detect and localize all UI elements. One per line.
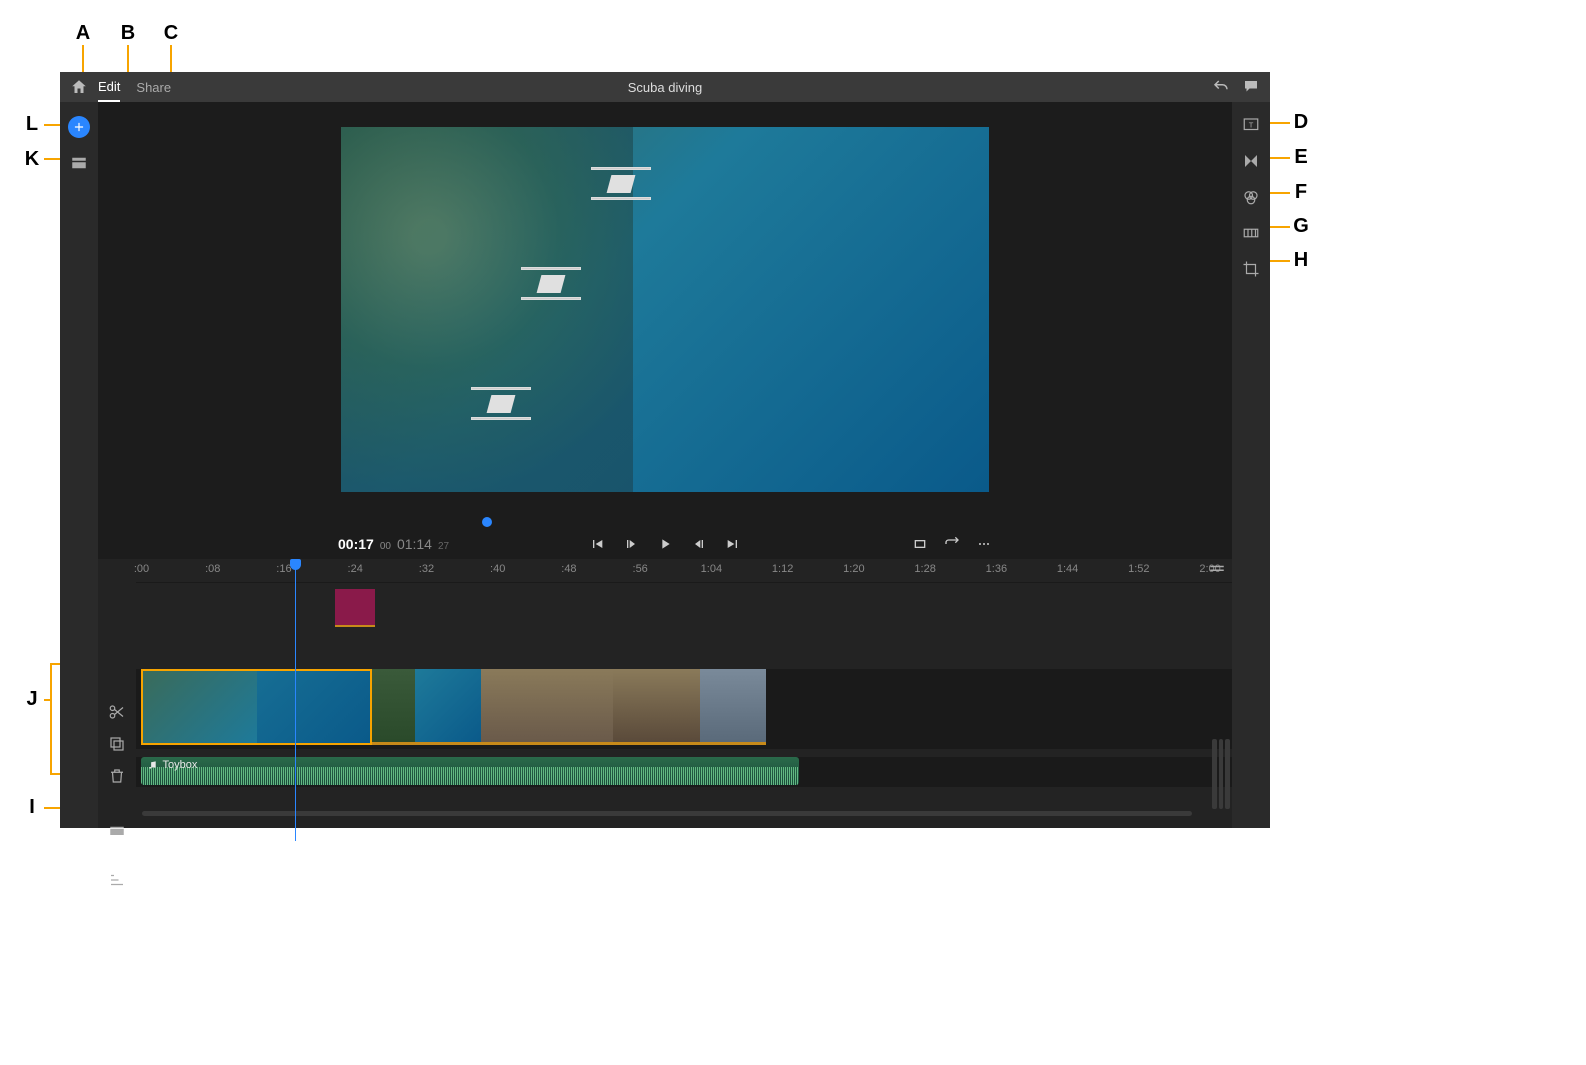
feedback-icon[interactable] <box>1242 78 1260 96</box>
add-media-button[interactable] <box>68 116 90 138</box>
zoom-scrollbar[interactable] <box>1212 739 1230 809</box>
preview-frame[interactable] <box>341 127 989 492</box>
speed-icon[interactable] <box>1242 224 1260 242</box>
callout-C: C <box>162 22 180 45</box>
track-options-icon[interactable] <box>1208 559 1226 577</box>
callout-H: H <box>1292 249 1310 272</box>
project-title: Scuba diving <box>60 80 1270 95</box>
right-rail: T <box>1232 102 1270 828</box>
ruler-tick: :48 <box>561 563 576 575</box>
duration-frames: 27 <box>438 541 449 552</box>
ruler-tick: :32 <box>419 563 434 575</box>
timeline-playhead[interactable] <box>295 559 296 841</box>
fullscreen-icon[interactable] <box>912 536 928 552</box>
center-column: 00:17 00 01:14 27 <box>98 102 1232 828</box>
ruler-tick: 1:36 <box>986 563 1007 575</box>
video-clip-5[interactable] <box>613 669 701 745</box>
ruler-tick: 1:44 <box>1057 563 1078 575</box>
transitions-icon[interactable] <box>1242 152 1260 170</box>
crop-icon[interactable] <box>1242 260 1260 278</box>
playback-controls <box>589 536 741 552</box>
transport-bar: 00:17 00 01:14 27 <box>98 529 1232 559</box>
video-clip-6[interactable] <box>700 669 766 745</box>
expand-tracks-icon[interactable] <box>108 871 126 889</box>
duplicate-icon[interactable] <box>108 735 126 753</box>
callout-D: D <box>1292 111 1310 134</box>
video-clip-3[interactable] <box>415 669 481 745</box>
left-rail <box>60 102 98 828</box>
ruler-tick: 1:04 <box>701 563 722 575</box>
scrub-bar[interactable] <box>98 515 1232 529</box>
app-window: Edit Share Scuba diving <box>60 72 1270 828</box>
audio-track[interactable]: Toybox <box>136 757 1232 787</box>
tracks: Toybox <box>136 583 1232 703</box>
topbar: Edit Share Scuba diving <box>60 72 1270 102</box>
ruler-tick: :08 <box>205 563 220 575</box>
duration-time: 01:14 <box>397 536 432 552</box>
callout-A: A <box>74 22 92 45</box>
go-to-start-icon[interactable] <box>589 536 605 552</box>
color-icon[interactable] <box>1242 188 1260 206</box>
ruler-tick: 1:28 <box>914 563 935 575</box>
callout-B: B <box>119 22 137 45</box>
current-time: 00:17 <box>338 536 374 552</box>
delete-icon[interactable] <box>108 767 126 785</box>
home-icon[interactable] <box>70 78 88 96</box>
svg-text:T: T <box>1249 120 1254 129</box>
callout-F: F <box>1292 181 1310 204</box>
current-frames: 00 <box>380 541 391 552</box>
tab-edit[interactable]: Edit <box>98 72 120 102</box>
tab-share[interactable]: Share <box>136 72 171 102</box>
audio-clip[interactable]: Toybox <box>141 757 799 785</box>
main-area: 00:17 00 01:14 27 <box>60 102 1270 828</box>
callout-L: L <box>23 113 41 136</box>
project-assets-icon[interactable] <box>70 154 88 172</box>
ruler-tick: :56 <box>633 563 648 575</box>
callout-E: E <box>1292 146 1310 169</box>
preview-area <box>98 102 1232 515</box>
audio-clip-label: Toybox <box>147 759 197 771</box>
callout-K: K <box>23 148 41 171</box>
video-clip-4[interactable] <box>481 669 613 745</box>
audio-clip-name: Toybox <box>162 759 197 771</box>
video-clip-1[interactable] <box>141 669 371 745</box>
horizontal-scrollbar[interactable] <box>142 811 1192 816</box>
step-forward-icon[interactable] <box>691 536 707 552</box>
scrub-playhead[interactable] <box>482 517 492 527</box>
callout-I: I <box>23 796 41 819</box>
callout-G: G <box>1292 215 1310 238</box>
go-to-end-icon[interactable] <box>725 536 741 552</box>
timecode: 00:17 00 01:14 27 <box>338 536 449 552</box>
ruler-tick: :00 <box>134 563 149 575</box>
video-track[interactable] <box>136 669 1232 749</box>
ruler-tick: 1:20 <box>843 563 864 575</box>
split-icon[interactable] <box>108 703 126 721</box>
workspace-tabs: Edit Share <box>98 72 171 102</box>
callout-J: J <box>23 688 41 711</box>
ruler-tick: 1:52 <box>1128 563 1149 575</box>
ruler-tick: :40 <box>490 563 505 575</box>
more-icon[interactable] <box>976 536 992 552</box>
loop-icon[interactable] <box>944 536 960 552</box>
undo-icon[interactable] <box>1212 78 1230 96</box>
play-icon[interactable] <box>657 536 673 552</box>
timeline-area: :00 :08 :16 :24 :32 :40 :48 :56 1:04 1:1… <box>98 559 1232 828</box>
step-back-icon[interactable] <box>623 536 639 552</box>
ruler-tick: 1:12 <box>772 563 793 575</box>
titles-icon[interactable]: T <box>1242 116 1260 134</box>
timeline-tools <box>98 559 136 828</box>
video-clip-2[interactable] <box>372 669 416 745</box>
timeline-content[interactable]: :00 :08 :16 :24 :32 :40 :48 :56 1:04 1:1… <box>136 559 1232 828</box>
ruler-tick: :24 <box>348 563 363 575</box>
transport-right <box>912 536 992 552</box>
audio-options-icon[interactable] <box>108 823 126 841</box>
